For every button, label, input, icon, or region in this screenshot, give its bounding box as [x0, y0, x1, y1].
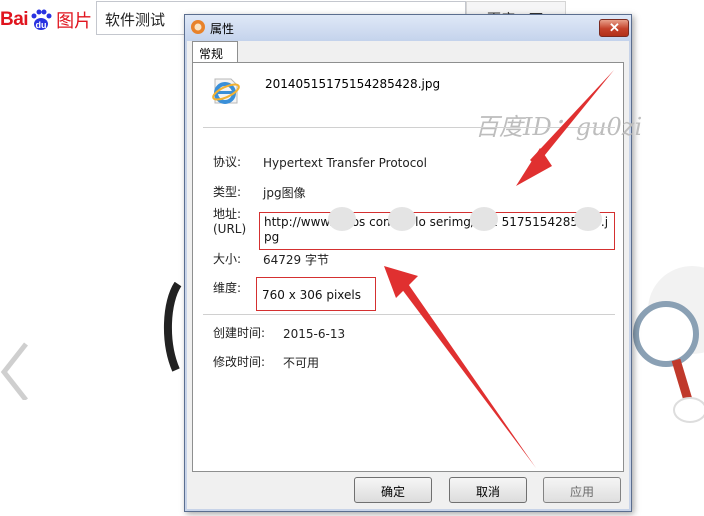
- baidu-logo[interactable]: Bai du 图片: [0, 6, 92, 34]
- created-value: 2015-6-13: [283, 327, 346, 341]
- address-value[interactable]: http://www. haos com/Uplo serimg/201 517…: [264, 215, 612, 245]
- dialog-titlebar[interactable]: 属性 ✕: [185, 15, 631, 41]
- properties-app-icon: [190, 19, 206, 35]
- properties-dialog: 属性 ✕ 常规 20140515175154285428.jpg 百度ID：gu…: [184, 14, 642, 512]
- general-panel: 20140515175154285428.jpg 百度ID：gu0zi 协议: …: [192, 62, 642, 472]
- cancel-button-label: 取消: [475, 485, 500, 499]
- svg-text:du: du: [36, 20, 47, 30]
- redaction-blur: [328, 207, 356, 231]
- author-watermark: 百度ID：gu0zi: [475, 113, 643, 141]
- ok-button-label: 确定: [380, 485, 405, 499]
- paw-icon: du: [29, 8, 53, 32]
- redaction-blur: [470, 207, 498, 231]
- magnifier-icon: [632, 260, 704, 460]
- search-value: 软件测试: [105, 11, 166, 29]
- logo-suffix: 图片: [56, 11, 93, 32]
- dimensions-value: 760 x 306 pixels: [262, 288, 362, 302]
- created-label: 创建时间:: [213, 326, 266, 340]
- protocol-label: 协议:: [213, 155, 242, 169]
- dimensions-highlight: 760 x 306 pixels: [256, 277, 376, 311]
- address-label-url: (URL): [213, 222, 247, 236]
- apply-button[interactable]: 应用: [543, 477, 621, 503]
- tab-general[interactable]: 常规: [192, 41, 238, 63]
- dimensions-label: 维度:: [213, 281, 242, 295]
- type-value: jpg图像: [263, 186, 306, 200]
- address-label: 地址:: [213, 207, 242, 221]
- ok-button[interactable]: 确定: [354, 477, 432, 503]
- type-label: 类型:: [213, 185, 242, 199]
- internet-explorer-icon: [209, 73, 243, 107]
- modified-label: 修改时间:: [213, 355, 266, 369]
- modified-value: 不可用: [283, 356, 320, 370]
- cancel-button[interactable]: 取消: [449, 477, 527, 503]
- size-label: 大小:: [213, 252, 242, 266]
- dialog-title: 属性: [210, 22, 235, 36]
- redaction-blur: [388, 207, 416, 231]
- divider: [203, 314, 615, 315]
- apply-button-label: 应用: [569, 485, 594, 499]
- close-icon: ✕: [609, 20, 620, 35]
- address-highlight: http://www. haos com/Uplo serimg/201 517…: [259, 207, 615, 250]
- size-value: 64729 字节: [263, 253, 329, 267]
- previous-arrow-icon[interactable]: [0, 340, 40, 402]
- close-button[interactable]: ✕: [599, 19, 629, 37]
- logo-text: Bai: [0, 9, 29, 30]
- divider: [203, 127, 615, 128]
- protocol-value: Hypertext Transfer Protocol: [263, 156, 427, 170]
- file-name: 20140515175154285428.jpg: [265, 77, 441, 91]
- dialog-body: 常规 20140515175154285428.jpg 百度ID：gu0zi 协…: [187, 41, 642, 509]
- tab-general-label: 常规: [199, 47, 224, 61]
- redaction-blur: [574, 207, 602, 231]
